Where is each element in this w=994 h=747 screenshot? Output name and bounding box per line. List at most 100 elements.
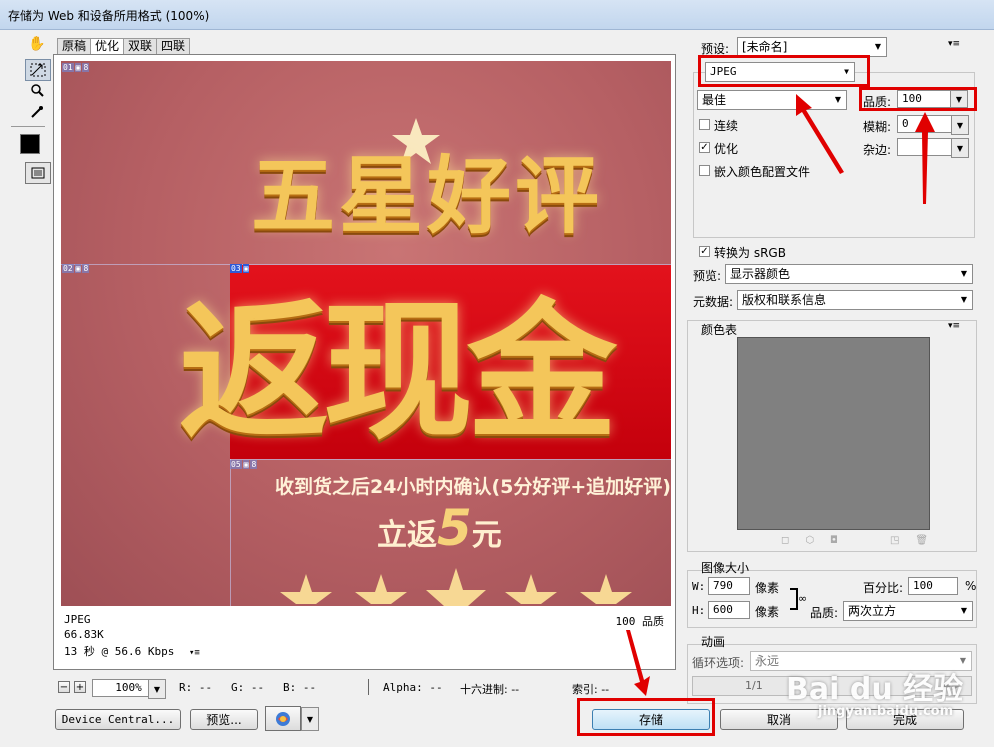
preset-select[interactable]: [未命名] ▼ xyxy=(737,37,887,57)
headline-text: 五星好评 xyxy=(251,146,604,245)
info-quality: 100 品质 xyxy=(615,615,665,628)
metadata-select[interactable]: 版权和联系信息 ▼ xyxy=(737,290,973,310)
resample-select[interactable]: 两次立方 ▼ xyxy=(843,601,973,621)
slice-select-icon[interactable] xyxy=(25,59,51,81)
quality-highlight xyxy=(859,87,977,111)
delete-color-icon[interactable]: 🗑 xyxy=(915,535,928,547)
preview-canvas[interactable]: 五星好评 返现金 收到货之后24小时内确认(5分好评+追加好评) 立返5元 01… xyxy=(61,61,671,606)
zoom-in-button[interactable]: + xyxy=(74,681,86,693)
toolbox: ✋ xyxy=(8,32,51,192)
info-size: 66.83K xyxy=(64,628,104,641)
color-table-tools: ◻ ⬡ ◘ ◳ 🗑 xyxy=(781,535,931,547)
color-swatch[interactable] xyxy=(20,134,40,154)
tab-4up[interactable]: 四联 xyxy=(156,38,191,54)
slice-tag-02[interactable]: 02 ▣ 8 xyxy=(62,264,90,273)
stars-row-icon xyxy=(280,568,632,606)
preview-label: 预览: xyxy=(693,269,722,283)
readout-index: 索引: -- xyxy=(572,683,610,696)
tab-2up[interactable]: 双联 xyxy=(123,38,158,54)
optimized-info: JPEG 66.83K 13 秒 @ 56.6 Kbps ▾≡ 100 品质 xyxy=(64,613,670,663)
readout-r: R: -- xyxy=(179,681,213,694)
annotation-arrow-icon xyxy=(796,94,844,174)
color-table[interactable] xyxy=(737,337,930,530)
refund-text: 立返5元 xyxy=(377,499,502,557)
frame-counter: 1/1 xyxy=(745,679,763,692)
width-input[interactable]: 790 xyxy=(708,577,750,595)
annotation-arrow-icon xyxy=(915,112,935,204)
browser-dropdown-arrow[interactable]: ▼ xyxy=(301,707,319,731)
readout-b: B: -- xyxy=(283,681,317,694)
annotation-arrow-icon xyxy=(626,630,650,696)
image-size-title: 图像大小 xyxy=(701,561,750,575)
toggle-slices-icon[interactable] xyxy=(25,162,51,184)
animation-title: 动画 xyxy=(701,635,726,649)
settings-panel: 预设: [未命名] ▼ ▾≡ JPEG ▼ 最佳 ▼ 品质: 100 ▼ 连续 模糊:… xyxy=(683,32,989,744)
blur-label: 模糊: xyxy=(863,120,892,134)
refund-amount: 5 xyxy=(437,499,472,557)
browser-preview-button[interactable] xyxy=(265,706,301,731)
zoom-out-button[interactable]: − xyxy=(58,681,70,693)
refund-unit: 元 xyxy=(471,518,502,553)
color-table-title: 颜色表 xyxy=(701,323,738,337)
matte-dropdown-arrow[interactable]: ▼ xyxy=(951,138,969,158)
subline-text: 收到货之后24小时内确认(5分好评+追加好评) xyxy=(275,476,671,498)
metadata-label: 元数据: xyxy=(693,295,734,309)
web-shift-icon[interactable]: ⬡ xyxy=(805,535,814,547)
convert-srgb-checkbox[interactable]: ✓ xyxy=(699,246,710,257)
resample-label: 品质: xyxy=(810,606,839,620)
status-bar: − + 100% ▼ R: -- G: -- B: -- Alpha: -- 十… xyxy=(55,679,685,699)
preview-select[interactable]: 显示器颜色 ▼ xyxy=(725,264,973,284)
readout-alpha: Alpha: -- xyxy=(383,681,443,694)
refund-prefix: 立返 xyxy=(377,518,437,553)
zoom-dropdown-arrow[interactable]: ▼ xyxy=(148,679,166,699)
eyedropper-icon[interactable] xyxy=(25,102,49,122)
format-highlight xyxy=(698,55,870,87)
slice-tag-01[interactable]: 01 ▣ 8 xyxy=(62,63,90,72)
tab-original[interactable]: 原稿 xyxy=(57,38,92,54)
readout-g: G: -- xyxy=(231,681,265,694)
browser-globe-icon xyxy=(276,711,290,726)
new-color-icon[interactable]: ◳ xyxy=(890,535,899,547)
width-label: W: xyxy=(692,580,706,593)
progressive-checkbox[interactable] xyxy=(699,119,710,130)
watermark-brand: Bai du 经验 xyxy=(786,672,964,707)
blur-dropdown-arrow[interactable]: ▼ xyxy=(951,115,969,135)
device-central-button[interactable]: Device Central... xyxy=(55,709,181,730)
hand-icon[interactable]: ✋ xyxy=(25,34,49,54)
zoom-icon[interactable] xyxy=(25,80,49,100)
watermark-url: jingyan.baidu.com xyxy=(818,704,954,719)
constrain-link-icon[interactable]: ∞ xyxy=(798,592,807,605)
readout-hex: 十六进制: -- xyxy=(460,683,520,696)
optimized-checkbox[interactable]: ✓ xyxy=(699,142,710,153)
lock-color-icon[interactable]: ◘ xyxy=(830,535,838,547)
info-time: 13 秒 @ 56.6 Kbps ▾≡ xyxy=(64,645,200,658)
info-format: JPEG xyxy=(64,613,91,626)
height-label: H: xyxy=(692,604,706,617)
convert-srgb-label: 转换为 sRGB xyxy=(714,246,786,260)
height-unit: 像素 xyxy=(755,605,780,619)
tool-divider xyxy=(11,126,45,127)
height-input[interactable]: 600 xyxy=(708,601,750,619)
status-divider xyxy=(368,679,369,695)
panel-menu-icon[interactable]: ▾≡ xyxy=(948,39,960,49)
view-tabs: 原稿 优化 双联 四联 xyxy=(57,38,191,54)
percent-label: 百分比: xyxy=(863,581,904,595)
optimized-label: 优化 xyxy=(714,142,739,156)
tab-optimized[interactable]: 优化 xyxy=(90,38,125,54)
percent-unit: % xyxy=(965,579,977,593)
map-color-icon[interactable]: ◻ xyxy=(781,535,789,547)
constrain-bracket xyxy=(790,588,798,610)
width-unit: 像素 xyxy=(755,581,780,595)
color-table-menu-icon[interactable]: ▾≡ xyxy=(948,321,960,331)
slice-tag-03[interactable]: 03 ▣ xyxy=(230,264,250,273)
info-menu-icon[interactable]: ▾≡ xyxy=(189,648,200,658)
banner-text: 返现金 xyxy=(179,284,617,460)
save-highlight xyxy=(577,698,715,736)
window-title: 存储为 Web 和设备所用格式 (100%) xyxy=(8,9,210,23)
percent-input[interactable]: 100 xyxy=(908,577,958,595)
title-bar: 存储为 Web 和设备所用格式 (100%) xyxy=(0,0,994,30)
progressive-label: 连续 xyxy=(714,119,739,133)
slice-tag-05[interactable]: 05 ▣ 8 xyxy=(230,460,258,469)
preview-button[interactable]: 预览... xyxy=(190,709,258,730)
embed-profile-checkbox[interactable] xyxy=(699,165,710,176)
